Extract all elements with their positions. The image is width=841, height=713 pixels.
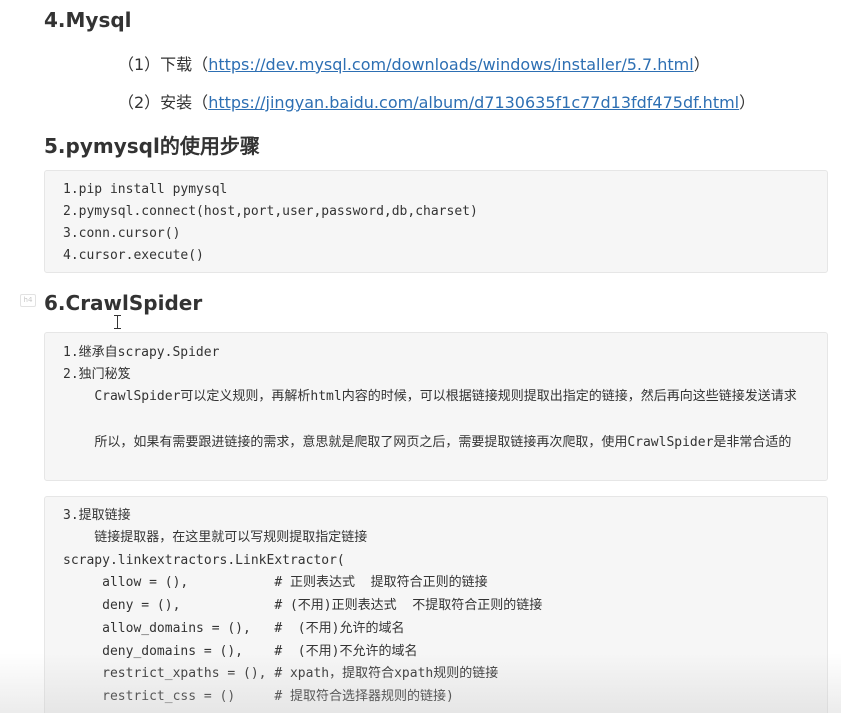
install-link[interactable]: https://jingyan.baidu.com/album/d7130635… — [208, 93, 739, 112]
list-item-prefix: （2）安装（ — [118, 93, 209, 112]
download-link[interactable]: https://dev.mysql.com/downloads/windows/… — [208, 55, 694, 74]
code-line: deny = (), # (不用)正则表达式 不提取符合正则的链接 — [63, 598, 543, 613]
list-item-prefix: （1）下载（ — [118, 55, 209, 74]
list-item-suffix: ） — [693, 55, 710, 74]
heading-mysql: 4.Mysql — [44, 8, 132, 32]
heading-crawlspider: 6.CrawlSpider — [44, 291, 203, 315]
code-block-pymysql[interactable]: 1.pip install pymysql 2.pymysql.connect(… — [44, 170, 828, 273]
code-block-crawlspider-intro[interactable]: 1.继承自scrapy.Spider 2.独门秘笈 CrawlSpider可以定… — [44, 332, 828, 481]
code-line: 1.继承自scrapy.Spider — [63, 345, 220, 360]
list-item-install: （2）安装（https://jingyan.baidu.com/album/d7… — [118, 89, 755, 113]
code-line: deny_domains = (), # (不用)不允许的域名 — [63, 644, 418, 659]
text-cursor-icon — [114, 315, 122, 329]
code-line: allow = (), # 正则表达式 提取符合正则的链接 — [63, 575, 488, 590]
code-line: 3.conn.cursor() — [63, 226, 181, 241]
code-line: 3.提取链接 — [63, 508, 131, 523]
code-line: 链接提取器，在这里就可以写规则提取指定链接 — [63, 530, 368, 545]
code-line: 4.cursor.execute() — [63, 248, 204, 263]
document-page: 4.Mysql （1）下载（https://dev.mysql.com/down… — [0, 0, 841, 713]
code-line: restrict_css = () # 提取符合选择器规则的链接) — [63, 689, 454, 704]
list-item-download: （1）下载（https://dev.mysql.com/downloads/wi… — [118, 51, 710, 75]
code-line: restrict_xpaths = (), # xpath，提取符合xpath规… — [63, 666, 499, 681]
list-item-suffix: ） — [739, 93, 756, 112]
code-line: 2.pymysql.connect(host,port,user,passwor… — [63, 204, 478, 219]
heading-pymysql: 5.pymysql的使用步骤 — [44, 134, 260, 158]
code-line: scrapy.linkextractors.LinkExtractor( — [63, 553, 345, 568]
code-line: CrawlSpider可以定义规则，再解析html内容的时候，可以根据链接规则提… — [63, 389, 797, 404]
code-line: 1.pip install pymysql — [63, 182, 228, 197]
code-block-link-extractor[interactable]: 3.提取链接 链接提取器，在这里就可以写规则提取指定链接 scrapy.link… — [44, 496, 828, 713]
heading-level-badge: h4 — [20, 294, 36, 307]
code-line: 所以，如果有需要跟进链接的需求，意思就是爬取了网页之后，需要提取链接再次爬取，使… — [63, 435, 792, 450]
code-line: 2.独门秘笈 — [63, 367, 131, 382]
code-line: allow_domains = (), # (不用)允许的域名 — [63, 621, 405, 636]
